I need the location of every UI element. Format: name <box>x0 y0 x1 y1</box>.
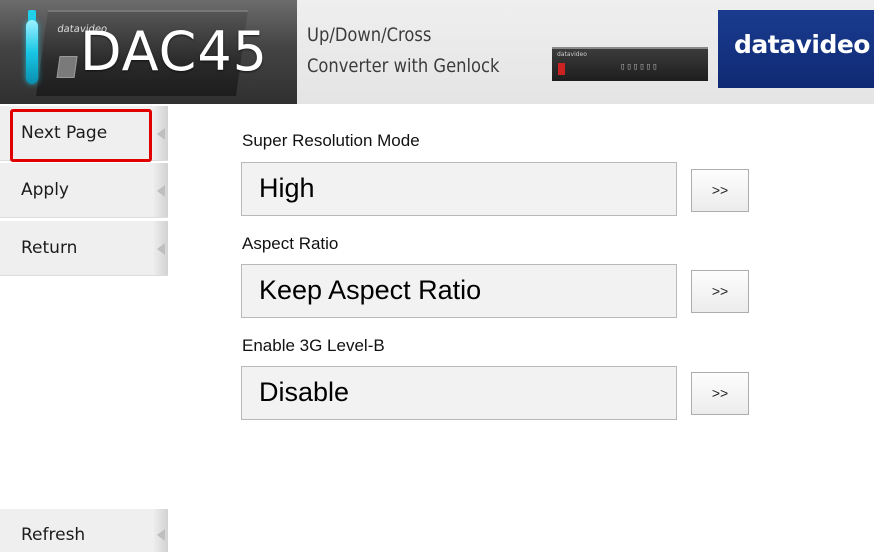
strip-label: datavideo <box>557 51 587 58</box>
next-page-label: Next Page <box>21 123 108 143</box>
enable-3g-level-b-field: Disable <box>241 366 677 420</box>
super-resolution-mode-label: Super Resolution Mode <box>242 131 420 150</box>
super-resolution-mode-value: High <box>259 173 315 203</box>
apply-label: Apply <box>21 180 69 200</box>
tagline-line-1: Up/Down/Cross <box>307 24 432 46</box>
header-banner: datavideo DAC45 Up/Down/Cross Converter … <box>0 0 874 104</box>
next-page-button[interactable]: Next Page <box>0 106 168 161</box>
accent-bar-icon <box>26 20 38 84</box>
notch-left-icon <box>157 529 165 541</box>
refresh-button[interactable]: Refresh <box>0 509 168 552</box>
return-label: Return <box>21 238 78 258</box>
model-name: DAC45 <box>80 20 269 83</box>
apply-button[interactable]: Apply <box>0 163 168 218</box>
strip-knobs-graphic: ▯▯▯▯▯▯ <box>620 62 659 72</box>
strip-red-button-graphic <box>558 63 565 75</box>
enable-3g-level-b-next-button[interactable]: >> <box>691 372 749 415</box>
banner-product-photo: datavideo DAC45 <box>0 0 297 104</box>
super-resolution-mode-field: High <box>241 162 677 216</box>
aspect-ratio-value: Keep Aspect Ratio <box>259 275 482 305</box>
return-button[interactable]: Return <box>0 221 168 276</box>
refresh-label: Refresh <box>21 525 86 545</box>
aspect-ratio-label: Aspect Ratio <box>242 234 339 253</box>
product-tagline: Up/Down/Cross Converter with Genlock <box>307 20 499 82</box>
enable-3g-level-b-value: Disable <box>259 377 350 407</box>
aspect-ratio-field: Keep Aspect Ratio <box>241 264 677 318</box>
enable-3g-level-b-label: Enable 3G Level-B <box>242 336 385 355</box>
aspect-ratio-next-button[interactable]: >> <box>691 270 749 313</box>
notch-left-icon <box>157 243 165 255</box>
brand-logo-text: datavideo <box>734 30 870 59</box>
notch-left-icon <box>157 128 165 140</box>
notch-left-icon <box>157 185 165 197</box>
tagline-line-2: Converter with Genlock <box>307 55 500 77</box>
product-front-panel-image: datavideo ▯▯▯▯▯▯ <box>552 47 708 81</box>
brand-logo: datavideo <box>718 10 874 88</box>
super-resolution-mode-next-button[interactable]: >> <box>691 169 749 212</box>
device-button-graphic <box>56 56 78 78</box>
